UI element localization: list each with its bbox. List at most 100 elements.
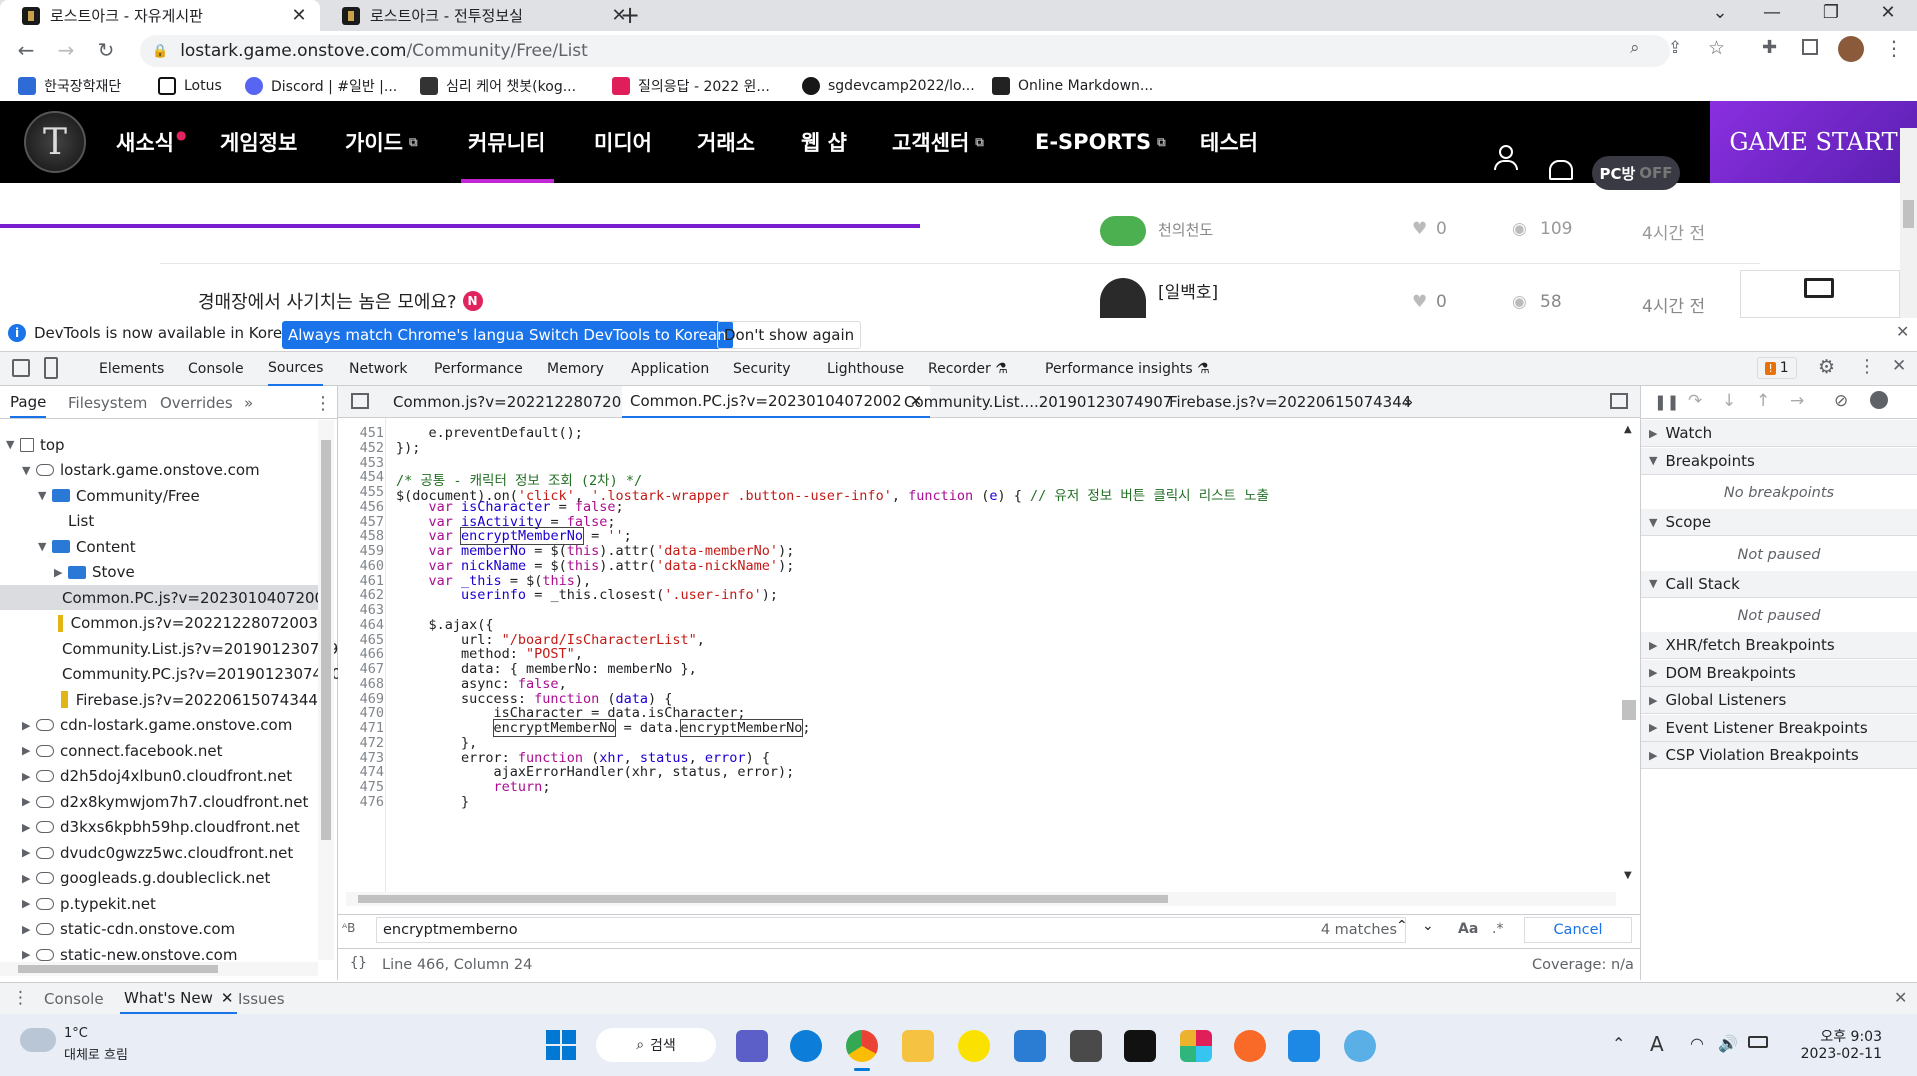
subtab-page[interactable]: Page — [10, 388, 47, 418]
wifi-icon[interactable]: ◠ — [1690, 1034, 1704, 1053]
expand-arrow-icon[interactable]: ▶ — [22, 948, 36, 961]
tree-folder[interactable]: ▼ Community/Free — [0, 483, 318, 508]
menu-webshop[interactable]: 웹 샵 — [801, 101, 847, 183]
tree-domain[interactable]: ▶ dvudc0gwzz5wc.cloudfront.net — [0, 840, 318, 865]
line-number[interactable]: 455 — [338, 484, 384, 500]
navigator-menu-icon[interactable]: ⋮ — [314, 388, 332, 418]
code-line[interactable]: var encryptMemberNo = ''; — [396, 527, 632, 546]
line-number[interactable]: 465 — [338, 632, 384, 648]
editor-vscrollbar[interactable] — [1620, 418, 1638, 878]
kakaotalk-icon[interactable] — [958, 1030, 990, 1062]
pc-bang-toggle[interactable]: PC방 OFF — [1592, 156, 1680, 190]
device-toolbar-icon[interactable] — [44, 357, 58, 379]
weather-cloud-icon[interactable] — [20, 1028, 56, 1052]
tab-performance-insights[interactable]: Performance insights ⚗ — [1045, 352, 1210, 386]
notes-icon[interactable] — [1014, 1030, 1046, 1062]
code-line[interactable]: userinfo = _this.closest('.user-info'); — [396, 587, 778, 603]
tree-scrollbar-thumb[interactable] — [321, 440, 331, 840]
code-line[interactable]: }, — [396, 735, 477, 751]
tree-domain[interactable]: ▼ lostark.game.onstove.com — [0, 458, 318, 483]
code-line[interactable]: var isCharacter = false; — [396, 499, 624, 515]
tree-file[interactable]: Common.PC.js?v=20230104072009 — [0, 585, 334, 610]
code-line[interactable]: } — [396, 794, 469, 810]
menu-game-info[interactable]: 게임정보 — [220, 101, 297, 183]
line-number[interactable]: 469 — [338, 691, 384, 707]
maximize-button[interactable]: ❐ — [1811, 2, 1851, 23]
line-number[interactable]: 475 — [338, 779, 384, 795]
line-number[interactable]: 471 — [338, 720, 384, 736]
scroll-down-icon[interactable]: ▼ — [1624, 870, 1632, 881]
close-tab-icon[interactable]: ✕ — [221, 989, 234, 1007]
menu-support[interactable]: 고객센터 ⧉ — [892, 101, 984, 183]
extensions-icon[interactable]: ✚ — [1762, 37, 1777, 58]
tab-elements[interactable]: Elements — [99, 352, 164, 386]
tree-domain[interactable]: ▶ connect.facebook.net — [0, 738, 318, 763]
code-line[interactable]: $.ajax({ — [396, 617, 494, 633]
side-panel-icon[interactable] — [1802, 39, 1818, 55]
menu-tester[interactable]: 테스터 — [1200, 101, 1258, 183]
chrome-menu-icon[interactable]: ⋮ — [1884, 36, 1904, 60]
line-number[interactable]: 457 — [338, 514, 384, 530]
bookmark-item[interactable]: Discord | #일반 |... — [245, 74, 397, 98]
intellij-icon[interactable] — [1124, 1030, 1156, 1062]
drawer-tab-whats-new[interactable]: What's New ✕ — [120, 984, 238, 1014]
subtab-filesystem[interactable]: Filesystem — [68, 388, 147, 418]
tab-application[interactable]: Application — [631, 352, 709, 386]
taskbar-search[interactable]: ⌕ 검색 — [596, 1028, 716, 1062]
line-number[interactable]: 458 — [338, 528, 384, 544]
expand-arrow-icon[interactable]: ▶ — [54, 566, 68, 579]
debugger-section-breakpoints[interactable]: ▼ Breakpoints — [1641, 447, 1917, 475]
line-number[interactable]: 459 — [338, 543, 384, 559]
menu-esports[interactable]: E-SPORTS ⧉ — [1035, 101, 1166, 183]
profile-avatar[interactable] — [1838, 36, 1864, 62]
debugger-section-csp-violation-breakpoints[interactable]: ▶ CSP Violation Breakpoints — [1641, 742, 1917, 769]
line-number[interactable]: 462 — [338, 587, 384, 603]
chrome-icon[interactable] — [846, 1030, 878, 1062]
expand-arrow-icon[interactable]: ▼ — [22, 464, 36, 477]
bookmark-star-icon[interactable]: ☆ — [1708, 37, 1725, 59]
bookmark-item[interactable]: Online Markdown... — [992, 74, 1153, 98]
replace-toggle-icon[interactable]: ᴬB — [342, 921, 355, 935]
bookmark-item[interactable]: 질의응답 - 2022 윈... — [612, 74, 770, 98]
pretty-print-icon[interactable]: {} — [350, 955, 367, 971]
code-line[interactable]: var memberNo = $(this).attr('data-member… — [396, 543, 795, 559]
slack-icon[interactable] — [1180, 1030, 1212, 1062]
tree-folder[interactable]: ▶ Stove — [0, 560, 318, 585]
code-line[interactable]: data: { memberNo: memberNo }, — [396, 661, 697, 677]
line-number[interactable]: 466 — [338, 646, 384, 662]
tree-hscrollbar-thumb[interactable] — [18, 965, 218, 973]
menu-news[interactable]: 새소식 ● — [116, 101, 186, 183]
close-devtools-icon[interactable]: ✕ — [1892, 356, 1906, 376]
subtab-overrides[interactable]: Overrides — [160, 388, 233, 418]
bookmark-item[interactable]: 한국장학재단 — [18, 74, 121, 98]
line-number[interactable]: 476 — [338, 794, 384, 810]
start-button[interactable] — [546, 1030, 576, 1060]
expand-arrow-icon[interactable]: ▼ — [38, 489, 52, 502]
drawer-menu-icon[interactable]: ⋮ — [12, 988, 29, 1008]
clock-date[interactable]: 2023-02-11 — [1782, 1046, 1882, 1062]
line-number[interactable]: 474 — [338, 764, 384, 780]
next-match-icon[interactable]: ⌄ — [1422, 918, 1434, 934]
battery-icon[interactable] — [1748, 1036, 1768, 1048]
editor-tab[interactable]: Community.List....20190123074907 — [896, 386, 1180, 418]
code-line[interactable]: success: function (data) { — [396, 691, 672, 707]
browser-tab-free-board[interactable]: 로스트아크 - 자유게시판 ✕ — [0, 0, 320, 31]
reload-icon[interactable]: ↻ — [92, 38, 120, 62]
code-line[interactable]: async: false, — [396, 676, 567, 692]
code-line[interactable]: isCharacter = data.isCharacter; — [396, 705, 746, 721]
tree-domain[interactable]: ▶ static-cdn.onstove.com — [0, 917, 318, 942]
clock-time[interactable]: 오후 9:03 — [1800, 1026, 1882, 1046]
settings-gear-icon[interactable]: ⚙ — [1818, 356, 1835, 378]
line-number[interactable]: 461 — [338, 573, 384, 589]
line-number[interactable]: 467 — [338, 661, 384, 677]
tree-folder[interactable]: ▼ top — [0, 432, 318, 457]
expand-arrow-icon[interactable]: ▶ — [22, 795, 36, 808]
regex-button[interactable]: .* — [1492, 921, 1503, 937]
tray-chevron-icon[interactable]: ⌃ — [1612, 1034, 1625, 1053]
editor-vscrollbar-thumb[interactable] — [1622, 700, 1636, 720]
tree-file[interactable]: Common.js?v=20221228072003 — [0, 611, 318, 636]
issues-counter[interactable]: ! 1 — [1757, 357, 1797, 379]
editor-hscrollbar-thumb[interactable] — [358, 895, 1168, 903]
subtab-more[interactable]: » — [244, 388, 253, 418]
editor-tab-active[interactable]: Common.PC.js?v=20230104072002 ✕ — [622, 386, 931, 418]
